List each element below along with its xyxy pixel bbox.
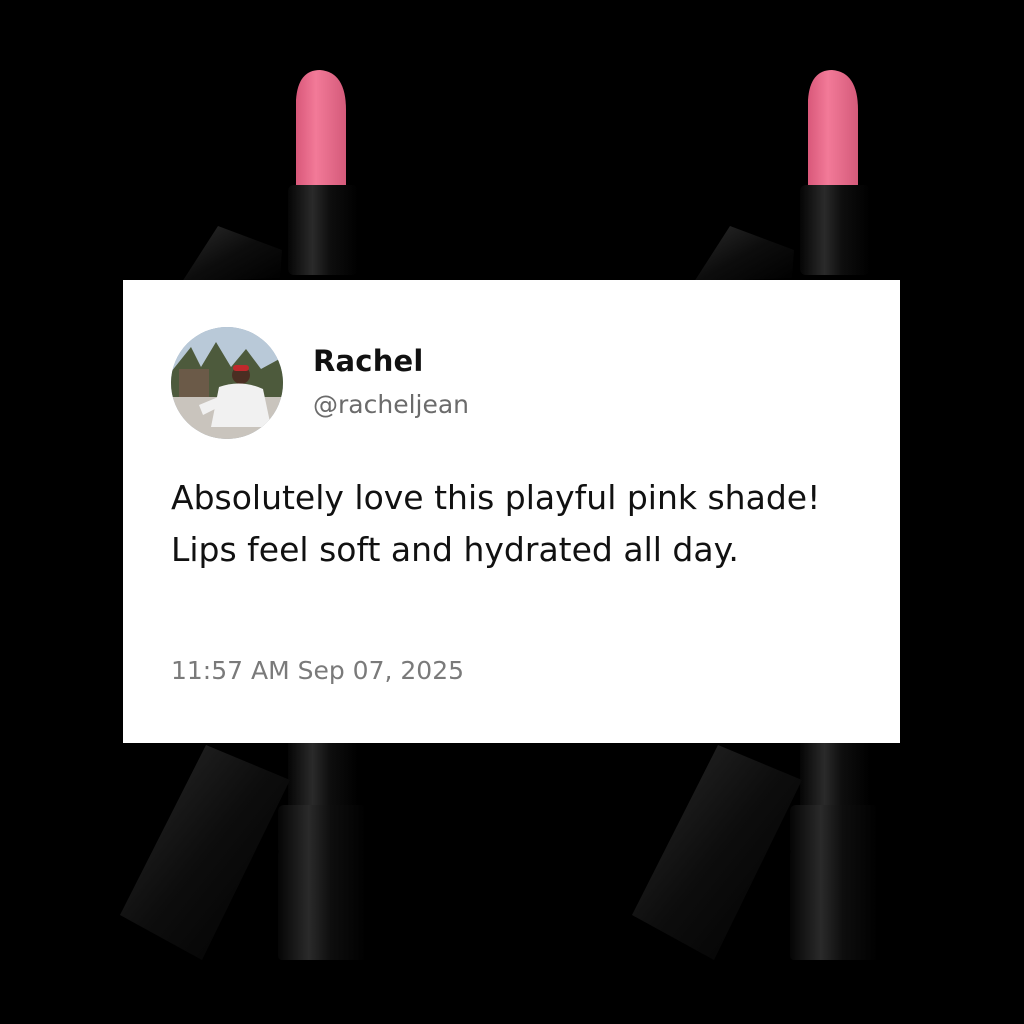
testimonial-card: Rachel @racheljean Absolutely love this … — [123, 280, 900, 743]
post-timestamp: 11:57 AM Sep 07, 2025 — [171, 656, 465, 685]
user-handle[interactable]: @racheljean — [313, 390, 469, 419]
user-name[interactable]: Rachel — [313, 344, 424, 378]
post-text: Absolutely love this playful pink shade!… — [171, 478, 821, 569]
avatar[interactable] — [171, 327, 283, 439]
